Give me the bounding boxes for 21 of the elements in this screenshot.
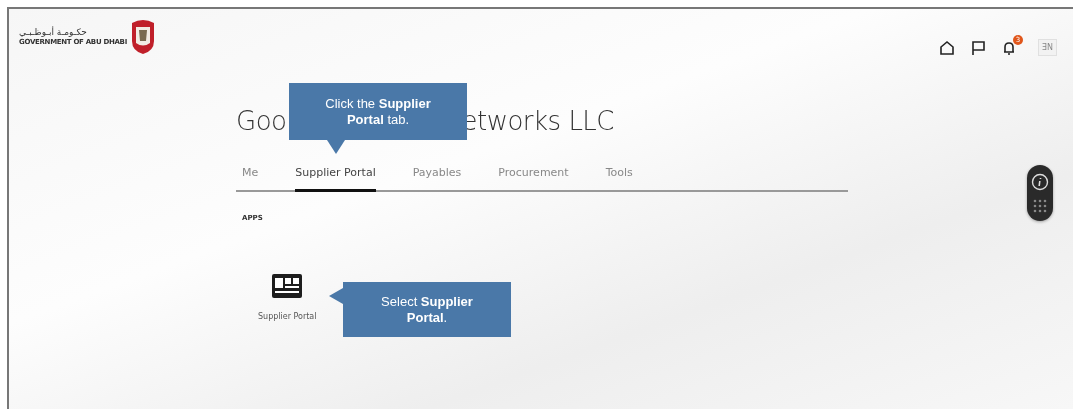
home-icon[interactable] <box>938 39 955 56</box>
nav-tab[interactable]: Procurement <box>498 162 569 192</box>
language-button[interactable]: ƎN <box>1037 39 1057 56</box>
page-heading: Goo <box>236 106 287 138</box>
logo-arabic-text: حكـومـة أبـوظـبـي <box>19 27 87 38</box>
emblem-icon <box>129 19 156 55</box>
portal-card-icon[interactable] <box>272 274 303 298</box>
instruction-callout: Click the Supplier Portal tab. <box>289 83 467 140</box>
nav-tab[interactable]: Me <box>242 162 259 192</box>
info-widget[interactable] <box>1027 165 1053 221</box>
nav-tab[interactable]: Payables <box>412 162 462 192</box>
keypad-grid-icon[interactable] <box>1033 199 1047 213</box>
nav-tab[interactable]: Supplier Portal <box>295 162 376 192</box>
notification-bell-icon[interactable] <box>1001 39 1016 56</box>
flag-icon[interactable] <box>970 39 986 56</box>
app-label[interactable]: Supplier Portal <box>258 312 317 321</box>
instruction-callout: Select Supplier Portal. <box>343 282 511 337</box>
callout-pointer <box>327 140 345 154</box>
nav-tab[interactable]: Tools <box>605 162 633 192</box>
info-icon[interactable] <box>1031 173 1049 191</box>
callout-pointer <box>329 288 343 304</box>
